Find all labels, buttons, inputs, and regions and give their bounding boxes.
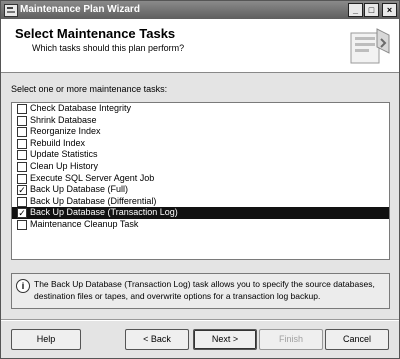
- back-button[interactable]: < Back: [125, 329, 189, 350]
- task-item[interactable]: ✓ Back Up Database (Transaction Log): [12, 207, 389, 219]
- task-label: Back Up Database (Transaction Log): [30, 207, 178, 218]
- task-item[interactable]: ✓ Back Up Database (Full): [12, 184, 389, 196]
- maintenance-task-list[interactable]: Check Database Integrity Shrink Database R…: [11, 102, 390, 260]
- task-item[interactable]: Clean Up History: [12, 161, 389, 173]
- task-label: Clean Up History: [30, 160, 99, 171]
- task-item[interactable]: Maintenance Cleanup Task: [12, 219, 389, 231]
- info-icon: i: [16, 279, 30, 293]
- wizard-graphic-icon: [350, 28, 390, 64]
- page-title: Select Maintenance Tasks: [15, 26, 176, 41]
- checkbox[interactable]: [17, 115, 27, 126]
- finish-button[interactable]: Finish: [259, 329, 323, 350]
- checkbox[interactable]: [17, 173, 27, 184]
- task-label: Back Up Database (Differential): [30, 195, 157, 206]
- checkbox[interactable]: [17, 138, 27, 149]
- task-label: Execute SQL Server Agent Job: [30, 172, 155, 183]
- cancel-button[interactable]: Cancel: [325, 329, 389, 350]
- wizard-header: Select Maintenance Tasks Which tasks sho…: [1, 19, 399, 73]
- task-item[interactable]: Update Statistics: [12, 149, 389, 161]
- checkbox[interactable]: [17, 150, 27, 161]
- checkbox[interactable]: [17, 127, 27, 138]
- task-item[interactable]: Back Up Database (Differential): [12, 196, 389, 208]
- page-subtitle: Which tasks should this plan perform?: [32, 43, 185, 53]
- task-item[interactable]: Execute SQL Server Agent Job: [12, 173, 389, 185]
- next-button[interactable]: Next >: [193, 329, 257, 350]
- title-bar[interactable]: Maintenance Plan Wizard _ □ ×: [1, 1, 399, 19]
- wizard-window: Maintenance Plan Wizard _ □ × Select Mai…: [0, 0, 400, 359]
- help-button[interactable]: Help: [11, 329, 81, 350]
- task-description-box: i The Back Up Database (Transaction Log)…: [11, 273, 390, 309]
- app-icon: [4, 4, 18, 17]
- task-label: Maintenance Cleanup Task: [30, 218, 139, 229]
- task-item[interactable]: Reorganize Index: [12, 126, 389, 138]
- tasks-instruction: Select one or more maintenance tasks:: [11, 84, 168, 94]
- maximize-button[interactable]: □: [364, 3, 379, 17]
- window-title: Maintenance Plan Wizard: [20, 4, 140, 15]
- task-label: Check Database Integrity: [30, 103, 132, 113]
- task-item[interactable]: Rebuild Index: [12, 138, 389, 150]
- close-button[interactable]: ×: [382, 3, 397, 17]
- checked-checkbox[interactable]: ✓: [17, 185, 27, 196]
- task-description: The Back Up Database (Transaction Log) t…: [34, 279, 375, 301]
- task-label: Back Up Database (Full): [30, 184, 129, 195]
- task-label: Reorganize Index: [30, 126, 101, 137]
- checkbox[interactable]: [17, 161, 27, 172]
- task-label: Rebuild Index: [30, 137, 86, 148]
- checkbox[interactable]: [17, 219, 27, 230]
- checkbox[interactable]: [17, 196, 27, 207]
- task-item[interactable]: Shrink Database: [12, 115, 389, 127]
- minimize-button[interactable]: _: [348, 3, 363, 17]
- divider: [1, 319, 399, 321]
- checkbox[interactable]: [17, 104, 27, 114]
- task-label: Shrink Database: [30, 114, 97, 125]
- task-label: Update Statistics: [30, 149, 98, 160]
- checked-checkbox[interactable]: ✓: [17, 208, 27, 219]
- task-item[interactable]: Check Database Integrity: [12, 103, 389, 115]
